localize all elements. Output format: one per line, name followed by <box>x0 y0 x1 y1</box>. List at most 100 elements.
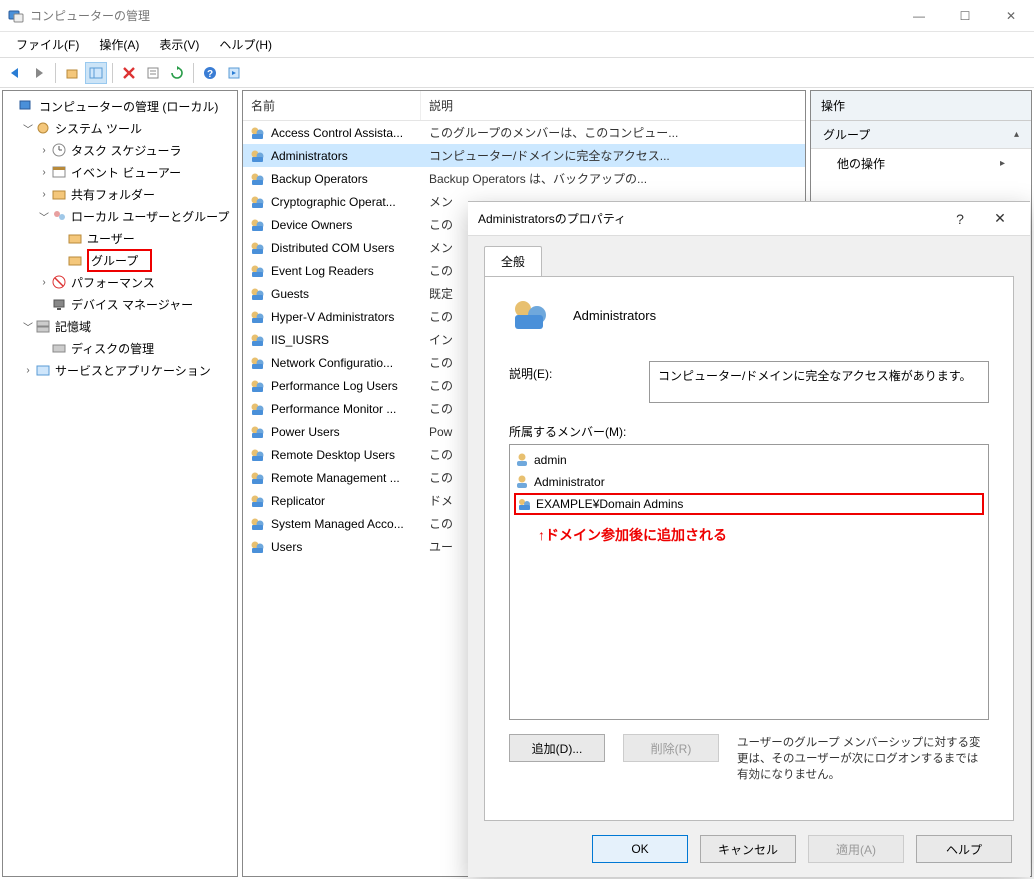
up-button[interactable] <box>61 62 83 84</box>
row-name: Guests <box>271 287 429 301</box>
menu-file[interactable]: ファイル(F) <box>6 33 89 56</box>
group-icon <box>247 217 267 233</box>
group-icon <box>247 539 267 555</box>
group-icon <box>247 424 267 440</box>
tree-performance[interactable]: ›パフォーマンス <box>3 271 237 293</box>
row-desc: このグループのメンバーは、このコンピュー... <box>429 124 805 141</box>
group-icon <box>247 493 267 509</box>
minimize-button[interactable]: — <box>896 0 942 32</box>
group-icon <box>247 516 267 532</box>
extra-button[interactable] <box>223 62 245 84</box>
dialog-title: Administratorsのプロパティ <box>478 210 940 227</box>
dialog-button-row: OK キャンセル 適用(A) ヘルプ <box>468 821 1030 877</box>
svg-text:?: ? <box>207 69 213 80</box>
view-toggle-button[interactable] <box>85 62 107 84</box>
properties-button[interactable] <box>142 62 164 84</box>
actions-other-label: 他の操作 <box>837 155 885 172</box>
close-button[interactable]: ✕ <box>988 0 1034 32</box>
list-row[interactable]: Access Control Assista...このグループのメンバーは、この… <box>243 121 805 144</box>
help-button[interactable]: ? <box>199 62 221 84</box>
group-icon <box>247 171 267 187</box>
membership-note: ユーザーのグループ メンバーシップに対する変更は、そのユーザーが次にログオンする… <box>737 734 989 782</box>
tree-groups[interactable]: グループ <box>3 249 237 271</box>
user-icon <box>514 474 530 490</box>
tree-local-users-groups[interactable]: ﹀ローカル ユーザーとグループ <box>3 205 237 227</box>
list-row[interactable]: Backup OperatorsBackup Operators は、バックアッ… <box>243 167 805 190</box>
app-icon <box>8 8 24 24</box>
col-name-header[interactable]: 名前 <box>243 91 421 120</box>
tree-event-viewer[interactable]: ›イベント ビューアー <box>3 161 237 183</box>
group-icon <box>247 194 267 210</box>
desc-label: 説明(E): <box>509 361 649 382</box>
row-name: Power Users <box>271 425 429 439</box>
menu-action[interactable]: 操作(A) <box>89 33 149 56</box>
row-name: Access Control Assista... <box>271 126 429 140</box>
back-button[interactable] <box>4 62 26 84</box>
cancel-button[interactable]: キャンセル <box>700 835 796 863</box>
maximize-button[interactable]: ☐ <box>942 0 988 32</box>
tree-task-scheduler[interactable]: ›タスク スケジューラ <box>3 139 237 161</box>
collapse-icon: ▴ <box>1014 129 1019 140</box>
menubar: ファイル(F) 操作(A) 表示(V) ヘルプ(H) <box>0 32 1034 58</box>
dialog-help-button[interactable]: ? <box>940 211 980 227</box>
group-icon <box>247 125 267 141</box>
refresh-button[interactable] <box>166 62 188 84</box>
row-name: Event Log Readers <box>271 264 429 278</box>
member-name: Administrator <box>534 475 605 489</box>
member-row[interactable]: Administrator <box>514 471 984 493</box>
chevron-right-icon: ▸ <box>1000 158 1005 169</box>
group-icon <box>247 332 267 348</box>
row-name: Remote Desktop Users <box>271 448 429 462</box>
delete-button[interactable] <box>118 62 140 84</box>
tree-pane[interactable]: コンピューターの管理 (ローカル) ﹀システム ツール ›タスク スケジューラ … <box>2 90 238 877</box>
tree-users[interactable]: ユーザー <box>3 227 237 249</box>
col-desc-header[interactable]: 説明 <box>421 91 805 120</box>
dialog-help-button-bottom[interactable]: ヘルプ <box>916 835 1012 863</box>
member-row[interactable]: admin <box>514 449 984 471</box>
member-name: admin <box>534 453 567 467</box>
dialog-close-button[interactable]: ✕ <box>980 210 1020 227</box>
row-name: Cryptographic Operat... <box>271 195 429 209</box>
members-list[interactable]: adminAdministratorEXAMPLE¥Domain Admins↑… <box>509 444 989 720</box>
remove-button[interactable]: 削除(R) <box>623 734 719 762</box>
desc-input[interactable]: コンピューター/ドメインに完全なアクセス権があります。 <box>649 361 989 403</box>
toolbar: ? <box>0 58 1034 88</box>
row-name: Performance Monitor ... <box>271 402 429 416</box>
row-name: System Managed Acco... <box>271 517 429 531</box>
tree-disk-management[interactable]: ディスクの管理 <box>3 337 237 359</box>
menu-help[interactable]: ヘルプ(H) <box>209 33 282 56</box>
group-icon <box>247 355 267 371</box>
tab-general[interactable]: 全般 <box>484 246 542 276</box>
properties-dialog: Administratorsのプロパティ ? ✕ 全般 Administrato… <box>468 201 1030 877</box>
tree-services-apps[interactable]: ›サービスとアプリケーション <box>3 359 237 381</box>
add-button[interactable]: 追加(D)... <box>509 734 605 762</box>
actions-group-label: グループ <box>823 126 870 143</box>
group-icon <box>247 470 267 486</box>
group-icon <box>247 240 267 256</box>
window-title: コンピューターの管理 <box>30 7 150 24</box>
group-icon <box>247 263 267 279</box>
ok-button[interactable]: OK <box>592 835 688 863</box>
row-name: Remote Management ... <box>271 471 429 485</box>
menu-view[interactable]: 表示(V) <box>149 33 209 56</box>
tree-root[interactable]: コンピューターの管理 (ローカル) <box>3 95 237 117</box>
group-icon <box>247 401 267 417</box>
tabstrip: 全般 <box>484 246 1014 276</box>
row-name: Hyper-V Administrators <box>271 310 429 324</box>
list-row[interactable]: Administratorsコンピューター/ドメインに完全なアクセス... <box>243 144 805 167</box>
row-desc: コンピューター/ドメインに完全なアクセス... <box>429 147 805 164</box>
actions-group-head[interactable]: グループ ▴ <box>811 121 1031 149</box>
tree-device-manager[interactable]: デバイス マネージャー <box>3 293 237 315</box>
tree-shared-folders[interactable]: ›共有フォルダー <box>3 183 237 205</box>
forward-button[interactable] <box>28 62 50 84</box>
apply-button[interactable]: 適用(A) <box>808 835 904 863</box>
group-icon <box>247 378 267 394</box>
member-row[interactable]: EXAMPLE¥Domain Admins <box>514 493 984 515</box>
group-icon <box>509 295 549 335</box>
actions-other-ops[interactable]: 他の操作 ▸ <box>811 149 1031 178</box>
tree-storage[interactable]: ﹀記憶域 <box>3 315 237 337</box>
tree-system-tools[interactable]: ﹀システム ツール <box>3 117 237 139</box>
group-icon <box>247 286 267 302</box>
members-label: 所属するメンバー(M): <box>509 423 989 440</box>
dialog-titlebar: Administratorsのプロパティ ? ✕ <box>468 202 1030 236</box>
